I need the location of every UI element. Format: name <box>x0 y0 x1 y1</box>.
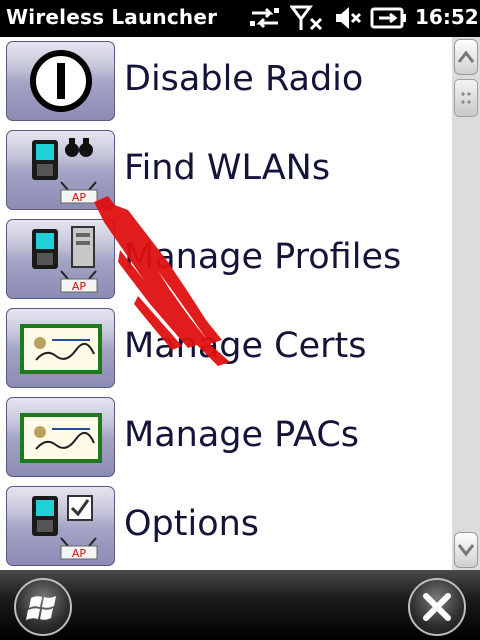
no-signal-icon <box>290 5 323 31</box>
menu-item-disable-radio[interactable]: Disable Radio <box>0 37 452 126</box>
scroll-up-button[interactable] <box>454 39 478 75</box>
windows-start-icon <box>26 596 56 620</box>
grip-icon <box>461 92 471 104</box>
find-wlan-icon: AP <box>6 130 115 210</box>
launcher-menu-list: Disable Radio AP Find WLANs AP Manage Pr… <box>0 37 452 570</box>
menu-item-find-wlans[interactable]: AP Find WLANs <box>0 126 452 215</box>
power-icon <box>6 41 115 121</box>
scroll-thumb[interactable] <box>454 79 478 117</box>
menu-item-options[interactable]: AP Options <box>0 482 452 571</box>
options-icon: AP <box>6 486 115 566</box>
menu-item-label: Find WLANs <box>124 148 331 188</box>
clock: 16:52 <box>415 5 479 29</box>
menu-item-label: Options <box>124 504 260 544</box>
menu-item-manage-pacs[interactable]: Manage PACs <box>0 393 452 482</box>
ap-badge: AP <box>72 280 87 293</box>
close-icon <box>423 593 451 621</box>
ap-badge: AP <box>72 547 87 560</box>
start-button[interactable] <box>14 578 72 636</box>
menu-item-label: Manage Certs <box>124 326 367 366</box>
close-button[interactable] <box>408 578 466 636</box>
status-bar: Wireless Launcher 16:52 <box>0 0 480 37</box>
certificate-icon <box>6 308 115 388</box>
vertical-scrollbar[interactable] <box>452 37 480 570</box>
chevron-down-icon <box>457 544 475 557</box>
chevron-up-icon <box>457 50 475 63</box>
data-sync-icon <box>250 7 279 29</box>
menu-item-manage-certs[interactable]: Manage Certs <box>0 304 452 393</box>
battery-charging-icon <box>370 7 406 29</box>
menu-item-label: Manage PACs <box>124 415 360 455</box>
profiles-icon: AP <box>6 219 115 299</box>
app-title: Wireless Launcher <box>6 5 218 29</box>
ap-badge: AP <box>72 191 87 204</box>
menu-item-label: Disable Radio <box>124 59 364 99</box>
pac-certificate-icon <box>6 397 115 477</box>
menu-item-manage-profiles[interactable]: AP Manage Profiles <box>0 215 452 304</box>
menu-item-label: Manage Profiles <box>124 237 402 277</box>
bottom-softkey-bar <box>0 570 480 640</box>
scroll-down-button[interactable] <box>454 532 478 568</box>
speaker-muted-icon <box>336 7 362 29</box>
